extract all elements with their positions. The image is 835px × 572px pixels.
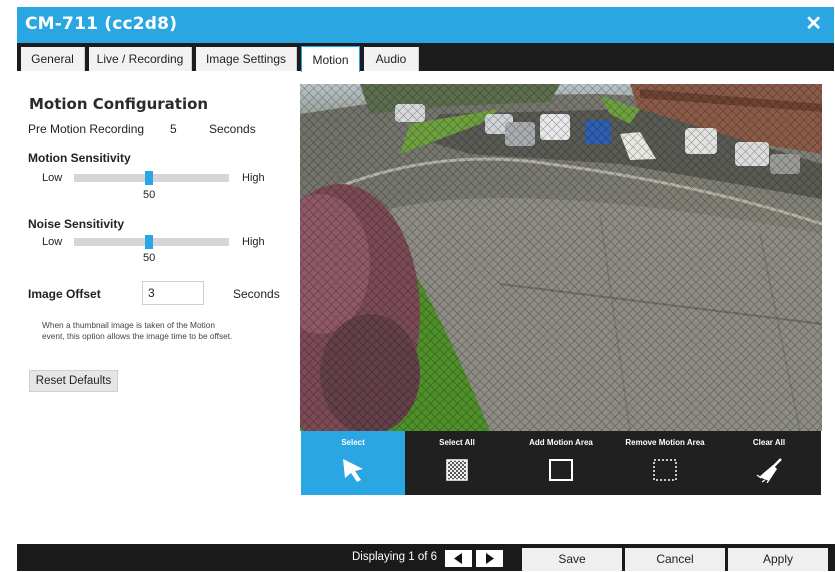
displaying-count: Displaying 1 of 6 [352, 551, 438, 563]
add-motion-area-button[interactable]: Add Motion Area [509, 431, 613, 495]
cancel-button[interactable]: Cancel [625, 548, 725, 571]
select-tool-button[interactable]: Select [301, 431, 405, 495]
save-button[interactable]: Save [522, 548, 622, 571]
pre-motion-label: Pre Motion Recording [28, 122, 145, 136]
tab-bar: General Live / Recording Image Settings … [17, 43, 834, 72]
tab-audio[interactable]: Audio [364, 47, 419, 71]
noise-sensitivity-label: Noise Sensitivity [28, 217, 125, 231]
motion-configuration-heading: Motion Configuration [29, 95, 209, 113]
triangle-right-icon [486, 553, 494, 564]
dialog-title-bar: CM-711 (cc2d8) ✕ [17, 7, 834, 43]
triangle-left-icon [454, 553, 462, 564]
remove-motion-area-label: Remove Motion Area [625, 438, 705, 447]
grid-pattern-icon [405, 457, 509, 483]
tab-general[interactable]: General [21, 47, 85, 71]
noise-sensitivity-value: 50 [143, 252, 156, 264]
select-tool-label: Select [341, 438, 365, 447]
clear-all-tool-button[interactable]: Clear All [717, 431, 821, 495]
apply-button[interactable]: Apply [728, 548, 828, 571]
select-all-tool-button[interactable]: Select All [405, 431, 509, 495]
tab-motion[interactable]: Motion [301, 46, 360, 72]
motion-sensitivity-label: Motion Sensitivity [28, 151, 131, 165]
image-offset-label: Image Offset [28, 287, 101, 301]
noise-sensitivity-low: Low [42, 236, 63, 248]
dialog-title: CM-711 (cc2d8) [25, 14, 178, 34]
image-offset-input[interactable] [142, 281, 204, 305]
cursor-arrow-icon [301, 457, 405, 483]
camera-preview[interactable] [300, 84, 822, 431]
image-offset-unit: Seconds [233, 287, 280, 301]
footer-bar: Displaying 1 of 6 Save Cancel Apply [17, 544, 835, 571]
previous-camera-button[interactable] [445, 550, 472, 567]
motion-sensitivity-value: 50 [143, 189, 156, 201]
clear-all-tool-label: Clear All [752, 438, 786, 447]
image-offset-help-text: When a thumbnail image is taken of the M… [42, 320, 233, 341]
square-outline-icon [509, 457, 613, 483]
tab-live-recording[interactable]: Live / Recording [89, 47, 192, 71]
camera-scene-image [300, 84, 822, 431]
add-motion-area-label: Add Motion Area [529, 438, 593, 447]
broom-icon [717, 457, 821, 484]
dashed-square-icon [613, 457, 717, 483]
select-all-tool-label: Select All [439, 438, 475, 447]
noise-sensitivity-high: High [242, 236, 265, 248]
motion-area-toolbar: Select Select All Add Motion Area Remove… [301, 431, 821, 495]
tab-image-settings[interactable]: Image Settings [196, 47, 297, 71]
remove-motion-area-button[interactable]: Remove Motion Area [613, 431, 717, 495]
close-icon[interactable]: ✕ [805, 13, 822, 35]
noise-sensitivity-thumb[interactable] [145, 235, 153, 249]
pre-motion-value[interactable]: 5 [170, 122, 177, 136]
motion-sensitivity-low: Low [42, 172, 63, 184]
motion-sensitivity-thumb[interactable] [145, 171, 153, 185]
reset-defaults-button[interactable]: Reset Defaults [29, 370, 118, 392]
motion-sensitivity-high: High [242, 172, 265, 184]
pre-motion-unit: Seconds [209, 122, 256, 136]
next-camera-button[interactable] [476, 550, 503, 567]
